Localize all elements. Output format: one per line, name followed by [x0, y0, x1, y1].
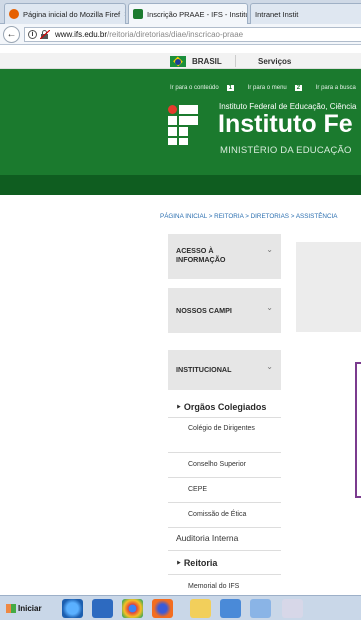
- close-icon[interactable]: ×: [124, 10, 125, 19]
- divider: [168, 477, 281, 478]
- skip-to-content-link[interactable]: Ir para o conteúdo 1: [170, 85, 240, 91]
- skip-link-label: Ir para o conteúdo: [170, 85, 219, 91]
- skip-link-label: Ir para a busca: [315, 85, 356, 91]
- sidebar-item-nossos-campi[interactable]: NOSSOS CAMPI ⌄: [168, 288, 281, 333]
- tab-label: Página inicial do Mozilla Firef: [23, 9, 121, 19]
- firefox-icon[interactable]: [152, 599, 173, 618]
- submenu-label: Orgãos Colegiados: [183, 402, 267, 412]
- insecure-lock-icon[interactable]: [40, 30, 50, 39]
- browser-navigation-bar: ← www.ifs.edu.br/reitoria/diretorias/dia…: [0, 24, 361, 45]
- tab-intranet[interactable]: Intranet Instit: [250, 3, 361, 24]
- breadcrumb[interactable]: PÁGINA INICIAL > REITORIA > DIRETORIAS >…: [160, 213, 337, 220]
- brazil-flag-icon[interactable]: [170, 56, 186, 67]
- list-item-memorial-ifs[interactable]: Memorial do IFS: [188, 582, 239, 592]
- chrome-icon[interactable]: [122, 599, 143, 618]
- submenu-reitoria[interactable]: ‣ Reitoria: [176, 558, 217, 569]
- internet-explorer-icon[interactable]: [62, 599, 83, 618]
- list-item-colegio-dirigentes[interactable]: Colégio de Dirigentes: [188, 424, 258, 434]
- folder-icon[interactable]: [190, 599, 211, 618]
- info-icon[interactable]: i: [28, 30, 37, 39]
- desktop-icon[interactable]: [92, 599, 113, 618]
- content-panel: [296, 242, 361, 332]
- skip-to-menu-link[interactable]: Ir para o menu 2: [248, 85, 308, 91]
- sidebar-item-acesso-informacao[interactable]: ACESSO À INFORMAÇÃO ⌄: [168, 234, 281, 279]
- url-host: www.ifs.edu.br: [55, 30, 108, 39]
- divider: [168, 574, 281, 575]
- access-key: 2: [294, 85, 303, 91]
- chevron-down-icon: ⌄: [266, 303, 273, 312]
- gov-servicos-link[interactable]: Serviços: [258, 57, 291, 66]
- ifs-favicon-icon: [133, 9, 143, 19]
- list-item-comissao-etica[interactable]: Comissão de Ética: [188, 510, 246, 520]
- divider: [168, 527, 281, 528]
- ministry-label: MINISTÉRIO DA EDUCAÇÃO: [220, 145, 352, 156]
- submenu-label: Reitoria: [183, 558, 218, 568]
- url-input[interactable]: www.ifs.edu.br/reitoria/diretorias/diae/…: [24, 27, 361, 42]
- submenu-orgaos-colegiados[interactable]: ‣ Orgãos Colegiados: [176, 402, 266, 413]
- tab-label: Intranet Instit: [255, 9, 299, 19]
- firefox-icon: [9, 9, 19, 19]
- sidebar-item-label: NOSSOS CAMPI: [176, 306, 232, 315]
- if-logo-icon[interactable]: [168, 105, 198, 145]
- site-title[interactable]: Instituto Fe: [218, 110, 353, 139]
- gov-brasil-link[interactable]: BRASIL: [192, 57, 222, 66]
- divider: [168, 452, 281, 453]
- list-item-cepe[interactable]: CEPE: [188, 485, 207, 495]
- start-button[interactable]: Iniciar: [6, 601, 42, 616]
- tab-inscricao-praae[interactable]: Inscrição PRAAE - IFS - Institu ×: [128, 3, 248, 24]
- sidebar-item-label: ACESSO À INFORMAÇÃO: [176, 246, 226, 264]
- url-path: /reitoria/diretorias/diae/inscricao-praa…: [107, 30, 244, 39]
- document-icon[interactable]: [250, 599, 271, 618]
- tab-mozilla-home[interactable]: Página inicial do Mozilla Firef ×: [4, 3, 126, 24]
- arrow-left-icon[interactable]: ←: [3, 26, 20, 43]
- page-top-gap: [0, 46, 361, 53]
- divider: [168, 550, 281, 551]
- sidebar-item-auditoria-interna[interactable]: Auditoria Interna: [176, 533, 238, 543]
- list-item-conselho-superior[interactable]: Conselho Superior: [188, 460, 246, 470]
- gov-bar: BRASIL Serviços: [0, 53, 361, 69]
- access-key: 1: [226, 85, 235, 91]
- start-label: Iniciar: [18, 604, 42, 613]
- divider: [168, 502, 281, 503]
- divider: [168, 417, 281, 418]
- shield-app-icon[interactable]: [220, 599, 241, 618]
- browser-tab-bar: Página inicial do Mozilla Firef × Inscri…: [0, 0, 361, 24]
- windows-logo-icon: [6, 604, 16, 613]
- tab-label: Inscrição PRAAE - IFS - Institu: [147, 9, 248, 19]
- skip-to-search-link[interactable]: Ir para a busca: [316, 85, 361, 91]
- main-menu-bar: [0, 175, 361, 195]
- content-box-border: [355, 362, 361, 498]
- divider: [235, 55, 236, 67]
- windows-taskbar: Iniciar: [0, 595, 361, 620]
- chevron-down-icon: ⌄: [266, 362, 273, 371]
- chevron-down-icon: ⌄: [266, 245, 273, 254]
- paint-icon[interactable]: [282, 599, 303, 618]
- sidebar-item-institucional[interactable]: INSTITUCIONAL ⌄: [168, 350, 281, 390]
- skip-link-label: Ir para o menu: [247, 85, 287, 91]
- site-header: Ir para o conteúdo 1 Ir para o menu 2 Ir p…: [0, 69, 361, 175]
- sidebar-item-label: INSTITUCIONAL: [176, 365, 232, 374]
- accessibility-links: Ir para o conteúdo 1 Ir para o menu 2 Ir p…: [170, 85, 361, 91]
